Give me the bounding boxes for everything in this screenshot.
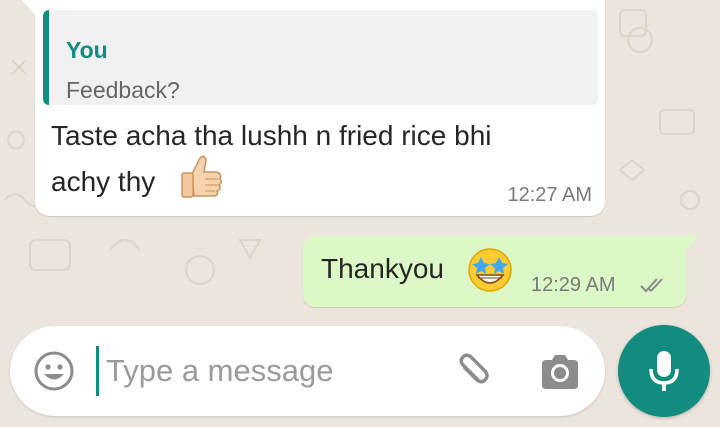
message-text-line-1: Taste acha tha lushh n fried rice bhi xyxy=(51,120,492,151)
star-struck-icon xyxy=(468,248,512,292)
message-composer xyxy=(10,326,605,416)
message-timestamp: 12:29 AM xyxy=(531,274,616,296)
bubble-tail xyxy=(22,0,36,16)
read-double-tick-icon xyxy=(640,278,663,293)
quote-text: Feedback? xyxy=(66,77,180,103)
quoted-reply[interactable]: You Feedback? xyxy=(43,10,598,105)
message-text-line-2: achy thy xyxy=(51,166,156,197)
bubble-tail xyxy=(685,236,698,252)
paperclip-icon[interactable] xyxy=(448,350,492,394)
message-input[interactable] xyxy=(106,348,436,394)
incoming-message-bubble[interactable]: You Feedback? Taste acha tha lushh n fri… xyxy=(22,0,605,216)
message-text: Thankyou xyxy=(321,253,444,284)
message-timestamp: 12:27 AM xyxy=(507,184,592,206)
microphone-icon xyxy=(649,351,679,391)
outgoing-message-bubble[interactable]: Thankyou 12:29 AM xyxy=(303,236,698,307)
thumbs-up-icon xyxy=(181,155,223,198)
quote-accent-bar xyxy=(43,10,49,105)
voice-message-button[interactable] xyxy=(618,325,710,417)
text-caret xyxy=(96,346,99,396)
quote-author: You xyxy=(66,37,108,63)
camera-icon[interactable] xyxy=(538,352,582,392)
smiley-icon[interactable] xyxy=(32,349,76,393)
